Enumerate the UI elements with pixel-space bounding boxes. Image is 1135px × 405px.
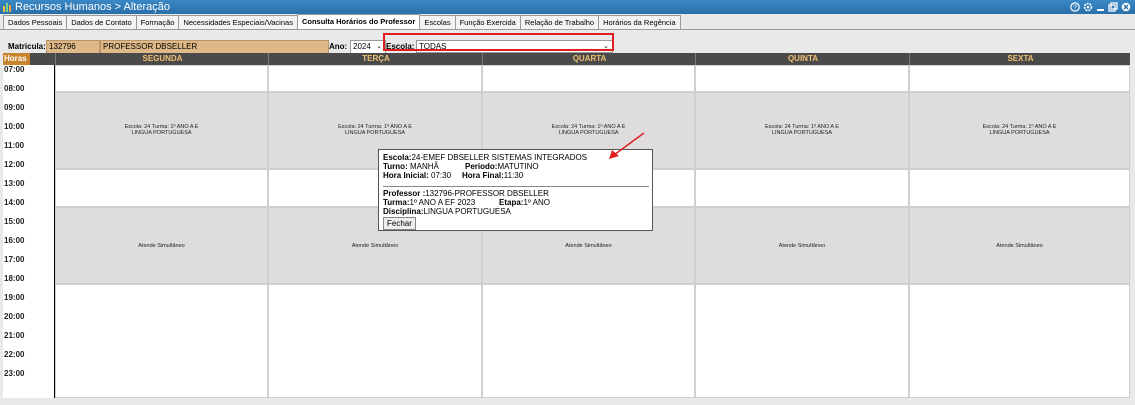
schedule-slot-morning[interactable]: Escola: 24 Turma: 1º ANO A E LINGUA PORT… bbox=[909, 92, 1130, 169]
popup-etapa-row: Etapa:1º ANO bbox=[499, 198, 550, 207]
annotation-arrow-icon bbox=[609, 132, 645, 159]
schedule-slot-afternoon[interactable]: Atende Simultâneo bbox=[55, 207, 268, 284]
hours-divider bbox=[54, 65, 55, 398]
close-icon[interactable] bbox=[1121, 2, 1131, 12]
day-header-terca: TERÇA bbox=[268, 53, 483, 65]
help-icon[interactable]: ? bbox=[1070, 2, 1080, 12]
slot-disciplina: LINGUA PORTUGUESA bbox=[344, 130, 406, 136]
hour-label: 13:00 bbox=[4, 179, 25, 188]
schedule-slot-empty bbox=[55, 65, 268, 92]
chevron-down-icon: ⌄ bbox=[376, 43, 382, 50]
matricula-label: Matricula: bbox=[8, 42, 46, 51]
svg-text:?: ? bbox=[1073, 5, 1077, 12]
popup-turno-row: Turno: MANHÃ bbox=[383, 162, 439, 171]
popup-escola-row: Escola:24-EMEF DBSELLER SISTEMAS INTEGRA… bbox=[383, 153, 588, 162]
hour-label: 16:00 bbox=[4, 236, 25, 245]
schedule-slot-empty bbox=[55, 284, 268, 398]
schedule-slot-empty bbox=[695, 284, 909, 398]
schedule-slot-empty bbox=[695, 169, 909, 207]
hour-label: 10:00 bbox=[4, 122, 25, 131]
matricula-field[interactable]: 132796 bbox=[46, 40, 100, 54]
escola-highlight-box bbox=[383, 33, 614, 51]
tab-dados-de-contato[interactable]: Dados de Contato bbox=[66, 15, 137, 30]
slot-atende-simultaneo: Atende Simultâneo bbox=[996, 243, 1043, 249]
ano-label: Ano: bbox=[329, 42, 348, 51]
tab-divider bbox=[0, 29, 1135, 30]
hour-label: 22:00 bbox=[4, 350, 25, 359]
schedule-slot-empty bbox=[909, 169, 1130, 207]
slot-atende-simultaneo: Atende Simultâneo bbox=[138, 243, 185, 249]
slot-disciplina: LINGUA PORTUGUESA bbox=[989, 130, 1050, 136]
schedule-slot-empty bbox=[482, 65, 695, 92]
day-header-sexta: SEXTA bbox=[909, 53, 1131, 65]
schedule-slot-empty bbox=[268, 65, 482, 92]
schedule-slot-afternoon[interactable]: Atende Simultâneo bbox=[695, 207, 909, 284]
slot-disciplina: LINGUA PORTUGUESA bbox=[771, 130, 833, 136]
schedule-slot-afternoon[interactable]: Atende Simultâneo bbox=[909, 207, 1130, 284]
day-header-segunda: SEGUNDA bbox=[55, 53, 269, 65]
popup-hora-final-row: Hora Final:11:30 bbox=[462, 171, 524, 180]
tab-dados-pessoais[interactable]: Dados Pessoais bbox=[3, 15, 68, 30]
hour-label: 23:00 bbox=[4, 369, 25, 378]
hour-label: 20:00 bbox=[4, 312, 25, 321]
settings-icon[interactable] bbox=[1083, 2, 1093, 12]
tab-funcao-exercida[interactable]: Função Exercida bbox=[454, 15, 521, 30]
hour-label: 19:00 bbox=[4, 293, 25, 302]
tab-escolas[interactable]: Escolas bbox=[419, 15, 456, 30]
title-bar: Recursos Humanos > Alteração ? bbox=[0, 0, 1135, 14]
schedule-header: Horas SEGUNDA TERÇA QUARTA QUINTA SEXTA bbox=[3, 53, 1130, 65]
hour-label: 12:00 bbox=[4, 160, 25, 169]
hour-label: 17:00 bbox=[4, 255, 25, 264]
popup-separator bbox=[383, 186, 649, 187]
tab-horarios-da-regencia[interactable]: Horários da Regência bbox=[598, 15, 681, 30]
slot-disciplina: LINGUA PORTUGUESA bbox=[131, 130, 192, 136]
hours-column: 07:00 08:00 09:00 10:00 11:00 12:00 13:0… bbox=[3, 65, 29, 398]
slot-atende-simultaneo: Atende Simultâneo bbox=[351, 243, 399, 249]
schedule-slot-empty bbox=[909, 65, 1130, 92]
schedule-slot-empty bbox=[909, 284, 1130, 398]
hour-label: 08:00 bbox=[4, 84, 25, 93]
app-logo-icon bbox=[3, 3, 11, 12]
popup-turma-row: Turma:1º ANO A EF 2023 bbox=[383, 198, 476, 207]
schedule-slot-empty bbox=[268, 284, 482, 398]
ano-select[interactable]: 2024 ⌄ bbox=[350, 40, 386, 54]
hour-label: 21:00 bbox=[4, 331, 25, 340]
hour-label: 07:00 bbox=[4, 65, 25, 74]
hour-label: 18:00 bbox=[4, 274, 25, 283]
horas-header: Horas bbox=[3, 53, 30, 65]
schedule-slot-morning[interactable]: Escola: 24 Turma: 1º ANO A E LINGUA PORT… bbox=[695, 92, 909, 169]
tab-formacao[interactable]: Formação bbox=[135, 15, 180, 30]
hour-label: 09:00 bbox=[4, 103, 25, 112]
restore-icon[interactable] bbox=[1108, 2, 1118, 12]
slot-atende-simultaneo: Atende Simultâneo bbox=[778, 243, 826, 249]
minimize-icon[interactable] bbox=[1096, 2, 1105, 12]
tab-bar: Dados Pessoais Dados de Contato Formação… bbox=[3, 14, 681, 30]
tab-relacao-de-trabalho[interactable]: Relação de Trabalho bbox=[519, 15, 600, 30]
slot-atende-simultaneo: Atende Simultâneo bbox=[565, 243, 612, 249]
popup-professor-row: Professor :132796-PROFESSOR DBSELLER bbox=[383, 189, 549, 198]
professor-name-field[interactable]: PROFESSOR DBSELLER bbox=[100, 40, 329, 54]
day-header-quarta: QUARTA bbox=[482, 53, 696, 65]
popup-disciplina-row: Disciplina:LINGUA PORTUGUESA bbox=[383, 207, 511, 216]
hour-label: 14:00 bbox=[4, 198, 25, 207]
schedule-slot-empty bbox=[695, 65, 909, 92]
hour-label: 15:00 bbox=[4, 217, 25, 226]
window-title: Recursos Humanos > Alteração bbox=[15, 1, 170, 13]
ano-value: 2024 bbox=[353, 42, 371, 51]
tab-necessidades-especiais[interactable]: Necessidades Especiais/Vacinas bbox=[178, 15, 298, 30]
tab-consulta-horarios[interactable]: Consulta Horários do Professor bbox=[296, 14, 421, 30]
slot-disciplina: LINGUA PORTUGUESA bbox=[558, 130, 619, 136]
popup-hora-inicial-row: Hora Inicial: 07:30 bbox=[383, 171, 452, 180]
hour-label: 11:00 bbox=[4, 141, 25, 150]
schedule-slot-morning[interactable]: Escola: 24 Turma: 1º ANO A E LINGUA PORT… bbox=[55, 92, 268, 169]
schedule-slot-empty bbox=[482, 284, 695, 398]
close-button[interactable]: Fechar bbox=[383, 217, 416, 230]
popup-periodo-row: Periodo:MATUTINO bbox=[465, 162, 539, 171]
day-header-quinta: QUINTA bbox=[695, 53, 910, 65]
schedule-slot-empty bbox=[55, 169, 268, 207]
